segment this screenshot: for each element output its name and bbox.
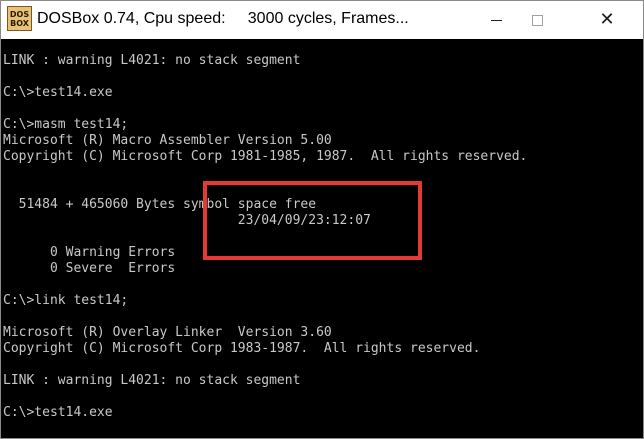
title-bar[interactable]: DOS BOX DOSBox 0.74, Cpu speed: 3000 cyc… (1, 1, 643, 39)
console-line: Microsoft (R) Overlay Linker Version 3.6… (3, 325, 332, 340)
console-line: 0 Severe Errors (3, 261, 176, 276)
console-line: LINK : warning L4021: no stack segment (3, 53, 301, 68)
icon-text-top: DOS (9, 9, 30, 19)
window-title: DOSBox 0.74, Cpu speed: 3000 cycles, Fra… (37, 10, 409, 27)
console-line: Copyright (C) Microsoft Corp 1983-1987. … (3, 341, 481, 356)
icon-text-bottom: BOX (10, 18, 29, 28)
minimize-button[interactable] (473, 1, 519, 39)
close-button[interactable]: ✕ (584, 1, 630, 39)
maximize-icon (531, 14, 543, 26)
console-line: 0 Warning Errors (3, 245, 176, 260)
console-line: Microsoft (R) Macro Assembler Version 5.… (3, 133, 332, 148)
close-icon: ✕ (599, 9, 615, 30)
console-line: C:\>a (3, 437, 50, 438)
console-line: 23/04/09/23:12:07 (3, 213, 371, 228)
console-line: C:\>test14.exe (3, 85, 113, 100)
console-line: 51484 + 465060 Bytes symbol space free (3, 197, 317, 212)
console-line: C:\>masm test14; (3, 117, 129, 132)
console-line: C:\>link test14; (3, 293, 129, 308)
minimize-icon (490, 19, 502, 21)
maximize-button[interactable] (514, 1, 560, 39)
prompt-input-text: C:\>a (3, 437, 42, 438)
console-line: LINK : warning L4021: no stack segment (3, 373, 301, 388)
dos-console[interactable]: LINK : warning L4021: no stack segment C:… (1, 39, 643, 438)
dosbox-icon[interactable]: DOS BOX (7, 6, 32, 31)
console-line: C:\>test14.exe (3, 405, 113, 420)
dosbox-window: DOS BOX DOSBox 0.74, Cpu speed: 3000 cyc… (0, 0, 644, 439)
console-line: Copyright (C) Microsoft Corp 1981-1985, … (3, 149, 528, 164)
